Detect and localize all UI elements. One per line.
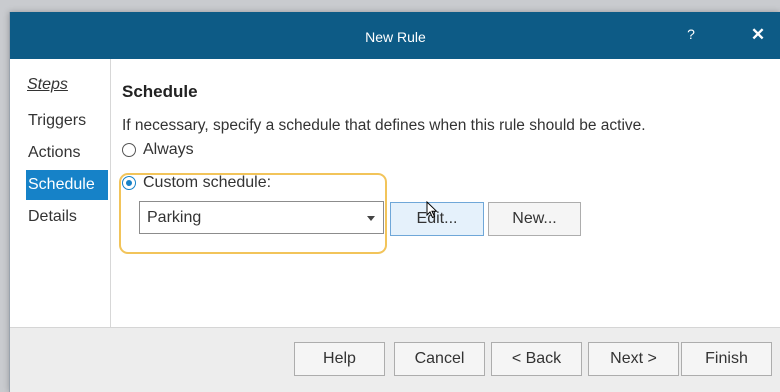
title-bar: New Rule ? ✕ bbox=[10, 12, 780, 59]
custom-schedule-option[interactable]: Custom schedule: bbox=[122, 172, 271, 194]
back-button[interactable]: < Back bbox=[491, 342, 582, 376]
cancel-button[interactable]: Cancel bbox=[394, 342, 485, 376]
new-schedule-button[interactable]: New... bbox=[488, 202, 581, 236]
title-help-button[interactable]: ? bbox=[676, 12, 706, 59]
footer-bar: Help Cancel < Back Next > Finish bbox=[10, 327, 780, 392]
custom-schedule-radio[interactable] bbox=[122, 176, 136, 190]
step-triggers[interactable]: Triggers bbox=[26, 106, 108, 136]
help-button[interactable]: Help bbox=[294, 342, 385, 376]
steps-heading: Steps bbox=[27, 76, 68, 93]
always-option[interactable]: Always bbox=[122, 139, 194, 161]
close-button[interactable]: ✕ bbox=[743, 12, 773, 59]
steps-panel: Steps Triggers Actions Schedule Details bbox=[10, 59, 111, 327]
section-description: If necessary, specify a schedule that de… bbox=[122, 117, 646, 134]
new-rule-dialog: New Rule ? ✕ Steps Triggers Actions Sche… bbox=[9, 12, 780, 392]
window-title: New Rule bbox=[365, 29, 426, 45]
schedule-content: Schedule If necessary, specify a schedul… bbox=[111, 59, 780, 327]
step-details[interactable]: Details bbox=[26, 202, 108, 232]
chevron-down-icon bbox=[367, 216, 375, 221]
next-button[interactable]: Next > bbox=[588, 342, 679, 376]
mouse-pointer-icon bbox=[426, 201, 438, 219]
step-actions[interactable]: Actions bbox=[26, 138, 108, 168]
section-title: Schedule bbox=[122, 82, 198, 101]
always-radio[interactable] bbox=[122, 143, 136, 157]
schedule-select-value: Parking bbox=[147, 209, 202, 226]
finish-button[interactable]: Finish bbox=[681, 342, 772, 376]
always-label: Always bbox=[143, 141, 194, 158]
schedule-select[interactable]: Parking bbox=[139, 201, 384, 234]
step-schedule[interactable]: Schedule bbox=[26, 170, 108, 200]
custom-schedule-label: Custom schedule: bbox=[143, 174, 272, 191]
